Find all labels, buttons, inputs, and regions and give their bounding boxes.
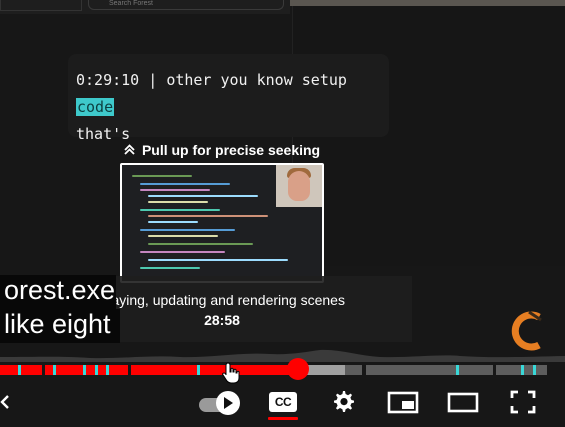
subtitles-label: CC xyxy=(269,392,297,412)
chapter-marker xyxy=(83,365,86,375)
precise-seeking-hint: Pull up for precise seeking xyxy=(122,142,322,158)
progress-bar[interactable] xyxy=(0,365,565,375)
caption-line-2: like eight xyxy=(0,309,120,343)
autoplay-toggle-icon xyxy=(216,391,240,415)
transcript-text: other you know setup xyxy=(166,71,347,89)
chapter-marker xyxy=(197,365,200,375)
autoplay-toggle[interactable] xyxy=(197,384,243,420)
editor-tab xyxy=(0,0,82,11)
transcript-timestamp: 0:29:10 xyxy=(76,71,140,89)
heatmap-graph xyxy=(0,349,565,362)
chapter-marker xyxy=(18,365,21,375)
chevron-double-up-icon xyxy=(124,144,138,158)
subtitles-active-indicator xyxy=(268,417,298,420)
transcript-text-continued: that's xyxy=(76,125,131,143)
precise-seeking-label: Pull up for precise seeking xyxy=(141,142,321,158)
transcript-highlight: code xyxy=(76,98,115,116)
played-segment xyxy=(0,365,42,375)
theater-mode-icon[interactable] xyxy=(446,384,480,420)
chapter-marker xyxy=(53,365,56,375)
played-segment xyxy=(45,365,128,375)
gear-icon[interactable] xyxy=(331,384,357,420)
chapter-marker xyxy=(106,365,109,375)
player-controls: CC xyxy=(0,384,565,427)
search-input: Search Forest xyxy=(88,0,284,10)
subtitles-button[interactable]: CC xyxy=(268,384,298,420)
hand-pointer-icon xyxy=(222,362,240,384)
code-preview xyxy=(132,173,288,273)
webcam-overlay xyxy=(276,165,322,207)
unplayed-segment xyxy=(366,365,493,375)
editor-top-strip: Search Forest xyxy=(0,0,290,14)
chapter-marker xyxy=(95,365,98,375)
video-frame[interactable]: Search Forest 0:29:10 | other you know s… xyxy=(0,0,565,427)
chapter-marker xyxy=(521,365,524,375)
seek-preview-thumbnail xyxy=(120,163,324,283)
played-segment xyxy=(131,365,298,375)
chevron-left-icon[interactable] xyxy=(0,384,10,420)
chapter-marker xyxy=(533,365,536,375)
transcript-separator: | xyxy=(148,71,158,89)
chapter-time: 28:58 xyxy=(204,312,240,328)
scrubber-handle[interactable] xyxy=(287,358,309,380)
chapter-title: Playing, updating and rendering scenes xyxy=(99,292,345,308)
transcript-overlay: 0:29:10 | other you know setup code that… xyxy=(68,54,389,143)
fullscreen-icon[interactable] xyxy=(507,384,539,420)
chapter-marker xyxy=(456,365,459,375)
caption-line-1: orest.exe xyxy=(0,275,116,309)
miniplayer-icon[interactable] xyxy=(386,384,420,420)
unplayed-segment xyxy=(345,365,362,375)
